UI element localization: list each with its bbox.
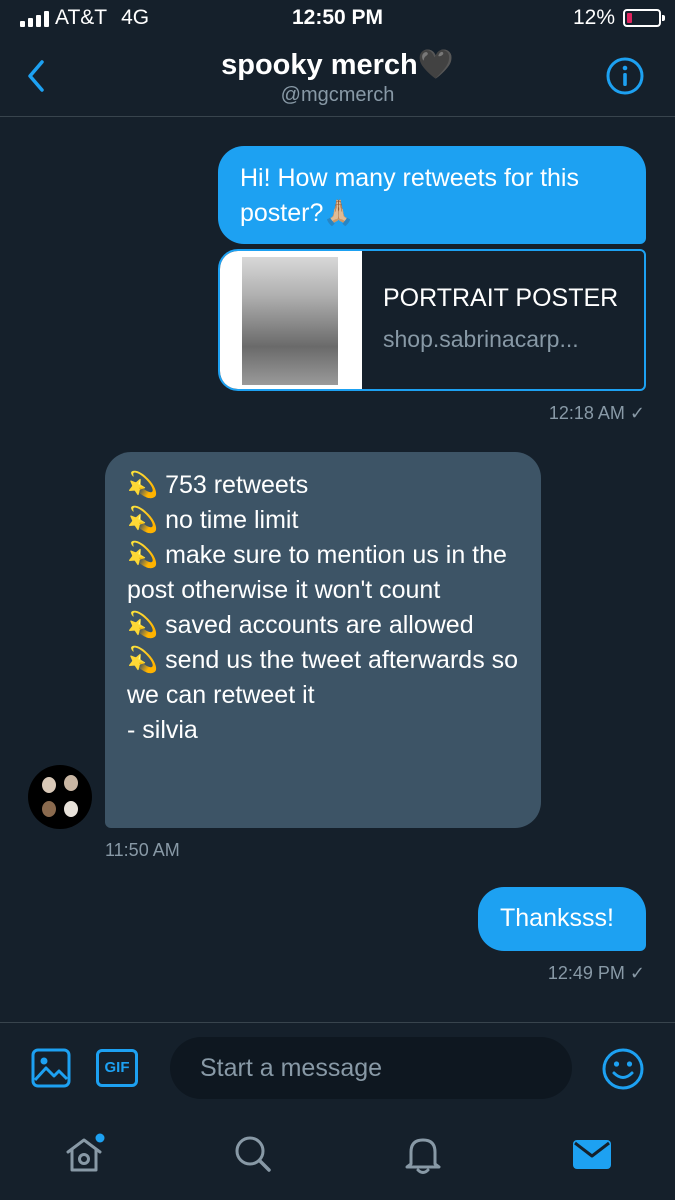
conversation-handle[interactable]: @mgcmerch — [0, 84, 675, 107]
emoji-button[interactable] — [601, 1047, 645, 1091]
info-icon — [606, 57, 644, 95]
tab-search[interactable] — [231, 1132, 275, 1176]
poster-image — [242, 257, 338, 385]
message-line: 💫 send us the tweet afterwards so we can… — [127, 646, 519, 709]
tab-bar — [0, 1112, 675, 1200]
avatar[interactable] — [28, 765, 92, 829]
card-url: shop.sabrinacarp... — [383, 326, 579, 352]
messages-icon — [573, 1140, 611, 1169]
gif-button[interactable]: GIF — [96, 1049, 138, 1087]
home-icon — [66, 1133, 105, 1172]
battery-percent: 12% — [572, 6, 615, 29]
tab-notifications[interactable] — [401, 1132, 445, 1176]
media-button[interactable] — [30, 1047, 72, 1089]
message-line: 💫 saved accounts are allowed — [127, 611, 474, 639]
smiley-icon — [602, 1048, 644, 1090]
status-bar: AT&T 4G 12:50 PM 12% — [0, 0, 675, 36]
conversation-header: spooky merch🖤 @mgcmerch — [0, 36, 675, 117]
status-right: 12% — [572, 6, 665, 30]
message-line: - silvia — [127, 716, 198, 744]
battery-icon — [623, 9, 665, 27]
message-input[interactable] — [170, 1037, 572, 1099]
search-icon — [235, 1136, 271, 1172]
image-icon — [31, 1048, 71, 1088]
tab-home[interactable] — [62, 1132, 106, 1176]
card-title: PORTRAIT POSTER — [383, 284, 619, 312]
message-line: 💫 753 retweets — [127, 471, 309, 499]
outgoing-message[interactable]: Thanksss! — [478, 887, 646, 951]
conversation-title[interactable]: spooky merch🖤 — [0, 48, 675, 82]
message-timestamp: 12:49 PM ✓ — [547, 963, 645, 983]
compose-bar: GIF — [0, 1022, 675, 1113]
card-thumbnail — [220, 251, 362, 389]
incoming-message[interactable]: 💫 753 retweets 💫 no time limit 💫 make su… — [105, 452, 541, 828]
message-line: 💫 make sure to mention us in the post ot… — [127, 541, 507, 604]
notifications-icon — [405, 1138, 441, 1174]
info-button[interactable] — [605, 56, 645, 96]
link-card[interactable]: PORTRAIT POSTER shop.sabrinacarp... — [218, 249, 646, 391]
message-timestamp: 12:18 AM ✓ — [548, 403, 645, 423]
message-line: 💫 no time limit — [127, 506, 299, 534]
outgoing-message[interactable]: Hi! How many retweets for this poster?🙏🏼 — [218, 146, 646, 244]
message-timestamp: 11:50 AM — [105, 840, 180, 860]
tab-messages[interactable] — [570, 1132, 614, 1176]
